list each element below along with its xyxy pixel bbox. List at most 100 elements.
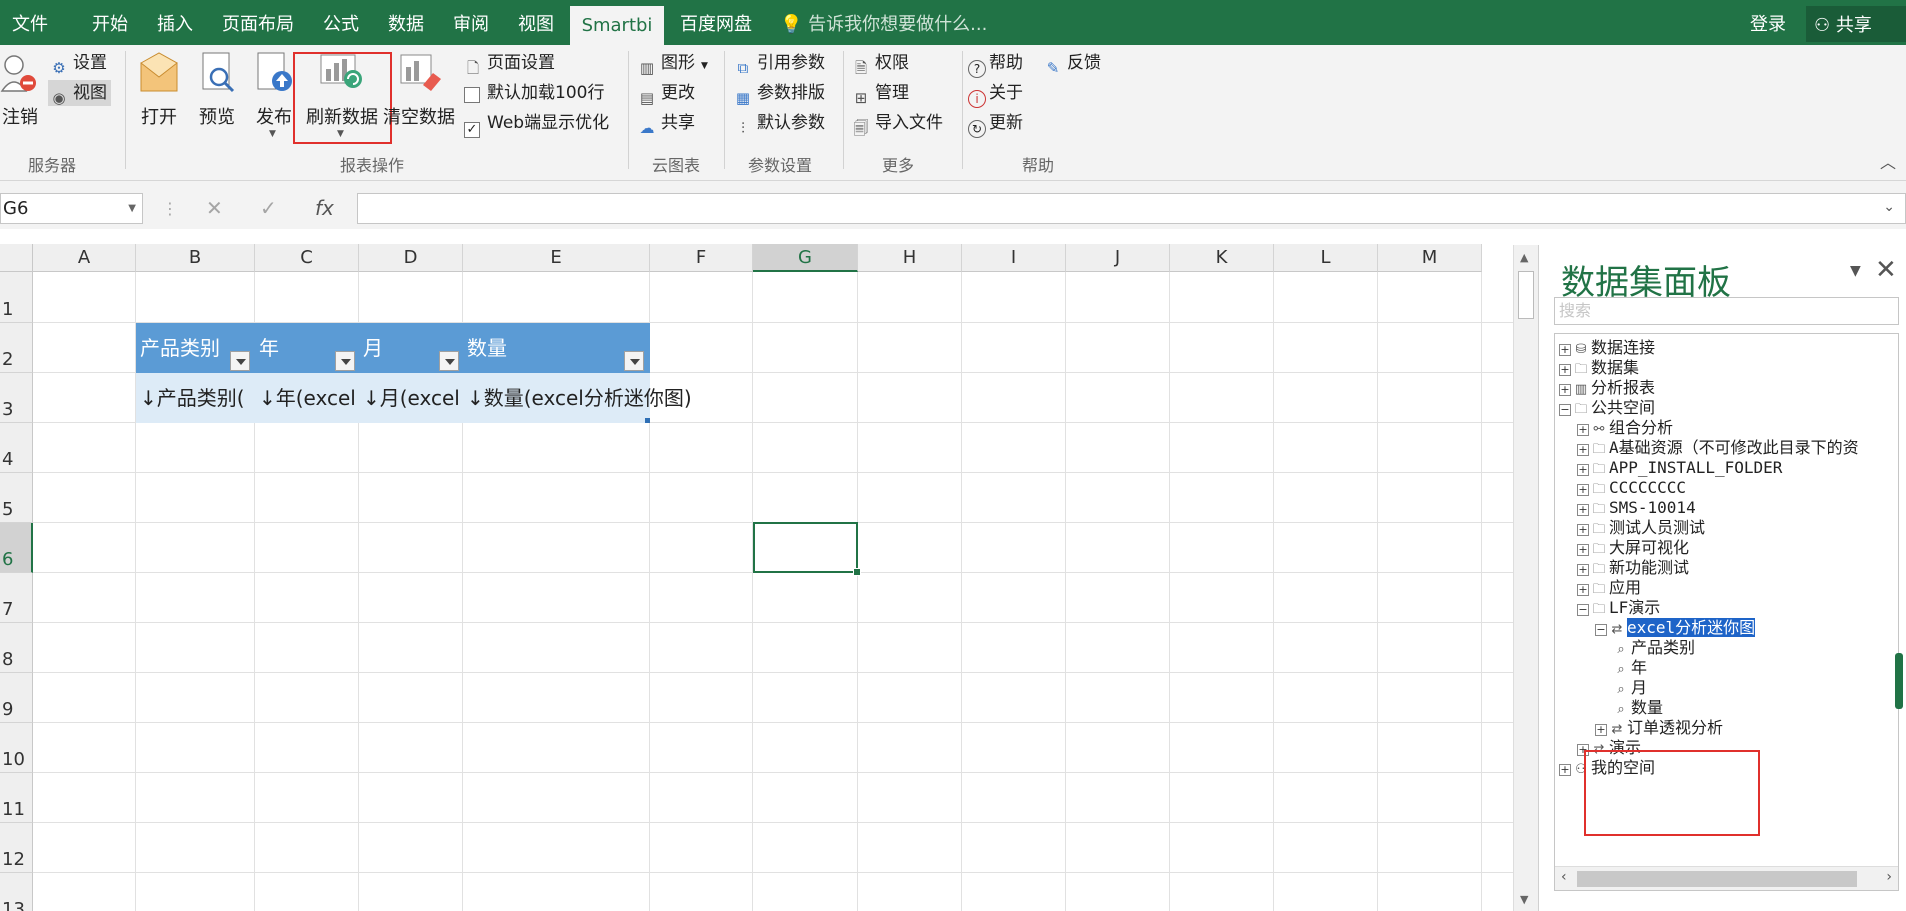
scroll-thumb[interactable]: [1577, 871, 1857, 887]
collapse-icon[interactable]: −: [1577, 604, 1589, 616]
reference-params-button[interactable]: ⧉ 引用参数: [732, 50, 825, 77]
chevron-down-icon[interactable]: ⌄: [1883, 199, 1895, 215]
tree-node[interactable]: ⌕ 产品类别: [1613, 638, 1695, 658]
expand-icon[interactable]: +: [1559, 344, 1571, 356]
expand-icon[interactable]: +: [1577, 584, 1589, 596]
tab-review[interactable]: 审阅: [453, 0, 489, 45]
tell-me-search[interactable]: 💡 告诉我你想要做什么...: [780, 0, 987, 45]
tree-node[interactable]: ⌕ 月: [1613, 678, 1647, 698]
collapse-icon[interactable]: −: [1595, 624, 1607, 636]
about-button[interactable]: i 关于: [968, 80, 1023, 108]
row-header-3[interactable]: 3: [0, 373, 33, 423]
column-header-b[interactable]: B: [136, 244, 255, 272]
column-header-c[interactable]: C: [255, 244, 359, 272]
confirm-icon[interactable]: ✓: [260, 193, 277, 224]
row-header-10[interactable]: 10: [0, 723, 33, 773]
table-header-cell[interactable]: 数量: [463, 323, 650, 373]
filter-dropdown-icon[interactable]: [230, 351, 250, 371]
collapse-icon[interactable]: −: [1559, 404, 1571, 416]
scroll-right-icon[interactable]: ›: [1886, 869, 1892, 885]
column-header-h[interactable]: H: [858, 244, 962, 272]
collapse-ribbon-icon[interactable]: ︿: [1880, 149, 1896, 173]
chart-button[interactable]: ▥ 图形 ▼: [636, 50, 708, 77]
expand-icon[interactable]: +: [1595, 724, 1607, 736]
column-header-f[interactable]: F: [650, 244, 753, 272]
update-button[interactable]: ↻ 更新: [968, 110, 1023, 138]
expand-icon[interactable]: +: [1577, 544, 1589, 556]
row-header-5[interactable]: 5: [0, 473, 33, 523]
column-header-m[interactable]: M: [1378, 244, 1482, 272]
column-header-j[interactable]: J: [1066, 244, 1170, 272]
row-header-12[interactable]: 12: [0, 823, 33, 873]
clear-data-button[interactable]: 清空数据: [383, 49, 455, 129]
tree-node[interactable]: − ⇄ excel分析迷你图: [1595, 618, 1756, 638]
tab-home[interactable]: 开始: [92, 0, 128, 45]
cloud-share-button[interactable]: ☁ 共享: [636, 110, 696, 137]
load-100-rows-checkbox[interactable]: 默认加载100行: [462, 80, 604, 106]
row-header-6[interactable]: 6: [0, 523, 33, 573]
default-params-button[interactable]: ⫶ 默认参数: [732, 110, 825, 137]
tab-data[interactable]: 数据: [388, 0, 424, 45]
table-header-cell[interactable]: 月: [359, 323, 463, 373]
permission-button[interactable]: 🗎 权限: [850, 50, 909, 77]
help-button[interactable]: ? 帮助: [968, 50, 1023, 78]
name-box[interactable]: G6 ▼: [0, 193, 143, 224]
column-header-l[interactable]: L: [1274, 244, 1378, 272]
tree-node[interactable]: + ▥ 分析报表: [1559, 378, 1655, 398]
table-header-cell[interactable]: 年: [255, 323, 359, 373]
scroll-down-icon[interactable]: ▼: [1520, 893, 1528, 906]
sheet-vertical-scrollbar[interactable]: ▲ ▼: [1513, 245, 1538, 911]
table-cell[interactable]: ↓年(excel: [255, 373, 359, 423]
tab-view[interactable]: 视图: [518, 0, 554, 45]
expand-icon[interactable]: +: [1577, 424, 1589, 436]
login-link[interactable]: 登录: [1750, 0, 1786, 50]
tree-node[interactable]: + 🗀 测试人员测试: [1577, 518, 1705, 538]
preview-button[interactable]: 预览: [193, 49, 241, 129]
cancel-icon[interactable]: ✕: [206, 193, 223, 224]
tab-file[interactable]: 文件: [12, 0, 48, 45]
row-header-8[interactable]: 8: [0, 623, 33, 673]
expand-icon[interactable]: +: [1559, 364, 1571, 376]
close-icon[interactable]: ✕: [1875, 255, 1897, 285]
row-header-11[interactable]: 11: [0, 773, 33, 823]
open-button[interactable]: 打开: [135, 49, 183, 129]
share-button[interactable]: ⚇ 共享: [1806, 6, 1906, 42]
tab-formulas[interactable]: 公式: [323, 0, 359, 45]
resource-tree[interactable]: + ⛁ 数据连接 + 🗀 数据集 + ▥ 分析报表 − 🗀 公共空间 + ⚯ 组合分析 + 🗀 A基础资源（不可修…: [1554, 333, 1899, 891]
tree-node[interactable]: + 🗀 应用: [1577, 578, 1641, 598]
tree-node[interactable]: − 🗀 LF演示: [1577, 598, 1660, 618]
tree-node[interactable]: + 🗀 A基础资源（不可修改此目录下的资: [1577, 438, 1859, 458]
tree-node[interactable]: + ⛁ 数据连接: [1559, 338, 1655, 358]
row-header-2[interactable]: 2: [0, 323, 33, 373]
table-resize-handle-icon[interactable]: [645, 418, 650, 423]
expand-icon[interactable]: +: [1559, 384, 1571, 396]
tab-smartbi[interactable]: Smartbi: [570, 6, 664, 45]
panel-scroll-indicator[interactable]: [1895, 653, 1903, 709]
select-all-corner[interactable]: [0, 244, 33, 272]
scroll-up-icon[interactable]: ▲: [1520, 251, 1528, 264]
table-cell[interactable]: ↓产品类别(: [136, 373, 255, 423]
tab-baidu-netdisk[interactable]: 百度网盘: [680, 0, 752, 45]
import-file-button[interactable]: 🗐 导入文件: [850, 110, 944, 137]
tree-node[interactable]: + ⇄ 订单透视分析: [1595, 718, 1723, 738]
tree-node[interactable]: ⌕ 数量: [1613, 698, 1663, 718]
row-header-7[interactable]: 7: [0, 573, 33, 623]
tree-node[interactable]: + 🗀 大屏可视化: [1577, 538, 1689, 558]
tree-node[interactable]: − 🗀 公共空间: [1559, 398, 1655, 418]
row-header-9[interactable]: 9: [0, 673, 33, 723]
row-header-4[interactable]: 4: [0, 423, 33, 473]
page-setup-button[interactable]: 🗋 页面设置: [462, 50, 555, 77]
change-button[interactable]: ▤ 更改: [636, 80, 695, 107]
expand-icon[interactable]: +: [1577, 464, 1589, 476]
logout-button[interactable]: 注销: [0, 49, 40, 129]
scroll-thumb[interactable]: [1518, 271, 1534, 319]
expand-icon[interactable]: +: [1577, 444, 1589, 456]
tree-node[interactable]: + 🗀 APP_INSTALL_FOLDER: [1577, 458, 1782, 478]
column-header-i[interactable]: I: [962, 244, 1066, 272]
manage-button[interactable]: ⊞ 管理: [850, 80, 909, 107]
column-header-k[interactable]: K: [1170, 244, 1274, 272]
expand-icon[interactable]: +: [1577, 504, 1589, 516]
selected-cell[interactable]: [753, 522, 861, 576]
settings-button[interactable]: ⚙ 设置: [48, 50, 107, 77]
column-header-g[interactable]: G: [753, 244, 858, 272]
